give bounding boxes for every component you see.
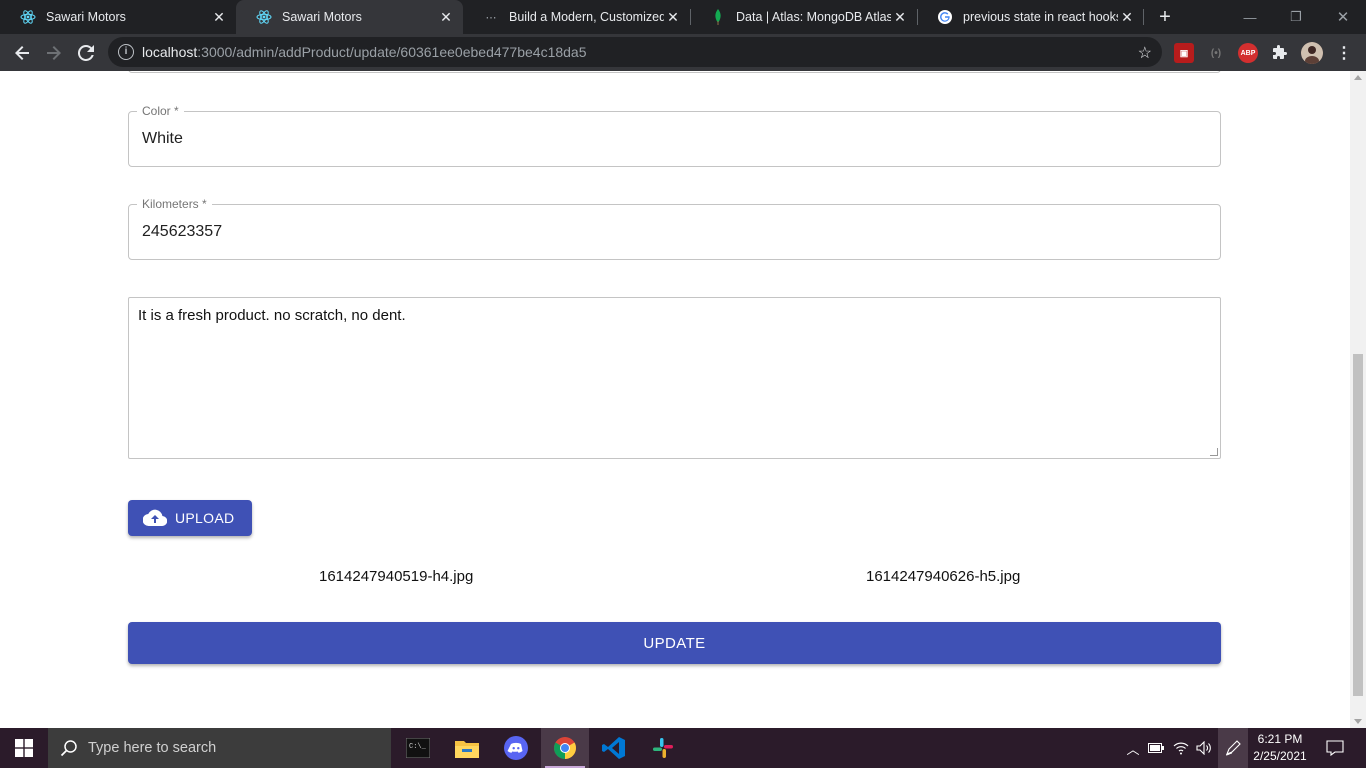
url-text[interactable]: localhost:3000/admin/addProduct/update/6… xyxy=(142,44,587,60)
kilometers-input-value[interactable]: 245623357 xyxy=(142,223,222,241)
new-tab-button[interactable]: + xyxy=(1155,7,1175,27)
clock-date: 2/25/2021 xyxy=(1253,749,1307,763)
resize-handle-icon[interactable] xyxy=(1210,448,1218,456)
scroll-down-icon[interactable] xyxy=(1354,719,1362,724)
svg-text:C:\_: C:\_ xyxy=(409,743,427,751)
windows-taskbar: Type here to search C:\_ ︿ 6:21 PM 2/25/… xyxy=(0,728,1366,768)
slack-app[interactable] xyxy=(639,728,687,768)
tab-title: Sawari Motors xyxy=(46,10,126,24)
back-button[interactable] xyxy=(8,39,36,67)
close-icon[interactable]: ✕ xyxy=(664,8,682,26)
uploaded-file-name: 1614247940519-h4.jpg xyxy=(319,568,474,585)
minimize-button[interactable]: — xyxy=(1227,0,1273,34)
loading-icon: ⋯ xyxy=(485,11,497,24)
url-host: localhost xyxy=(142,44,198,60)
tab-title: Build a Modern, Customized Fi xyxy=(509,10,664,24)
search-icon xyxy=(60,739,78,757)
tab-separator xyxy=(1143,9,1144,25)
scrollbar-thumb[interactable] xyxy=(1353,354,1363,696)
tab-sawari-motors-2[interactable]: Sawari Motors ✕ xyxy=(236,0,463,34)
scroll-up-icon[interactable] xyxy=(1354,75,1362,80)
close-icon[interactable]: ✕ xyxy=(1118,8,1136,26)
adblock-plus-icon[interactable]: ABP xyxy=(1238,43,1258,63)
url-path: :3000/admin/addProduct/update/60361ee0eb… xyxy=(197,44,587,60)
notification-center-icon[interactable] xyxy=(1320,728,1350,768)
start-button[interactable] xyxy=(0,728,48,768)
mongodb-leaf-icon xyxy=(710,9,726,25)
profile-avatar[interactable] xyxy=(1301,42,1323,64)
vscode-app[interactable] xyxy=(590,728,638,768)
terminal-icon: C:\_ xyxy=(406,738,430,758)
tab-mongodb-atlas[interactable]: Data | Atlas: MongoDB Atlas ✕ xyxy=(690,0,917,34)
description-text[interactable]: It is a fresh product. no scratch, no de… xyxy=(138,307,406,324)
forward-arrow-icon xyxy=(47,46,61,60)
close-icon[interactable]: ✕ xyxy=(210,8,228,26)
tab-title: Data | Atlas: MongoDB Atlas xyxy=(736,10,891,24)
update-button[interactable]: UPDATE xyxy=(128,622,1221,664)
color-field[interactable]: Color * White xyxy=(128,104,1221,167)
browser-toolbar: i localhost:3000/admin/addProduct/update… xyxy=(0,34,1366,71)
volume-icon[interactable] xyxy=(1194,728,1214,768)
bookmark-star-icon[interactable]: ☆ xyxy=(1138,43,1152,63)
reload-button[interactable] xyxy=(72,39,100,67)
tab-title: Sawari Motors xyxy=(282,10,362,24)
tab-sawari-motors-1[interactable]: Sawari Motors ✕ xyxy=(0,0,236,34)
close-window-button[interactable]: ✕ xyxy=(1320,0,1366,34)
react-icon xyxy=(20,9,36,25)
tab-title: previous state in react hooks - xyxy=(963,10,1118,24)
close-icon[interactable]: ✕ xyxy=(891,8,909,26)
ext-gray-icon[interactable]: (•) xyxy=(1206,43,1226,63)
chrome-app[interactable] xyxy=(541,728,589,768)
site-info-icon[interactable]: i xyxy=(118,44,134,60)
forward-button[interactable] xyxy=(40,39,68,67)
slack-icon xyxy=(653,738,673,758)
restore-button[interactable]: ❐ xyxy=(1273,0,1319,34)
reload-icon xyxy=(78,45,94,61)
page-scrollbar[interactable] xyxy=(1350,71,1366,728)
chrome-icon xyxy=(554,737,576,759)
upload-label: UPLOAD xyxy=(175,510,235,526)
search-placeholder: Type here to search xyxy=(88,740,217,756)
update-label: UPDATE xyxy=(643,634,706,652)
color-input-value[interactable]: White xyxy=(142,130,183,148)
react-icon xyxy=(256,9,272,25)
uploaded-file-name: 1614247940626-h5.jpg xyxy=(866,568,1021,585)
file-explorer-icon xyxy=(455,741,479,758)
previous-field-bottom xyxy=(128,71,1221,73)
taskbar-clock[interactable]: 6:21 PM 2/25/2021 xyxy=(1250,731,1310,765)
windows-logo-icon xyxy=(15,739,33,757)
back-arrow-icon xyxy=(15,46,29,60)
kilometers-label: Kilometers * xyxy=(137,197,212,211)
file-explorer-app[interactable] xyxy=(443,728,491,768)
ext-red-icon[interactable]: ▣ xyxy=(1174,43,1194,63)
tab-strip: Sawari Motors ✕ Sawari Motors ✕ ⋯ Build … xyxy=(0,0,1366,34)
clock-time: 6:21 PM xyxy=(1257,732,1303,746)
kilometers-field[interactable]: Kilometers * 245623357 xyxy=(128,197,1221,260)
close-icon[interactable]: ✕ xyxy=(437,8,455,26)
battery-icon[interactable] xyxy=(1146,728,1166,768)
menu-kebab-icon[interactable]: ⋮ xyxy=(1334,43,1354,63)
discord-app[interactable] xyxy=(492,728,540,768)
discord-icon xyxy=(504,736,528,760)
tab-google-search[interactable]: previous state in react hooks - ✕ xyxy=(917,0,1144,34)
cloud-upload-icon xyxy=(143,509,167,527)
color-label: Color * xyxy=(137,104,184,118)
vscode-icon xyxy=(602,737,625,759)
address-bar[interactable]: i localhost:3000/admin/addProduct/update… xyxy=(108,37,1162,67)
description-textarea[interactable]: It is a fresh product. no scratch, no de… xyxy=(128,297,1221,459)
page-viewport: Color * White Kilometers * 245623357 It … xyxy=(0,71,1350,728)
wifi-icon[interactable] xyxy=(1171,728,1191,768)
pen-workspace-icon[interactable] xyxy=(1218,728,1248,768)
terminal-app[interactable]: C:\_ xyxy=(394,728,442,768)
puzzle-icon[interactable] xyxy=(1270,43,1290,63)
google-icon xyxy=(937,9,953,25)
taskbar-search[interactable]: Type here to search xyxy=(48,728,391,768)
upload-button[interactable]: UPLOAD xyxy=(128,500,252,536)
show-hidden-icons-chevron-icon[interactable]: ︿ xyxy=(1123,728,1143,768)
tab-build-modern[interactable]: ⋯ Build a Modern, Customized Fi ✕ xyxy=(463,0,690,34)
